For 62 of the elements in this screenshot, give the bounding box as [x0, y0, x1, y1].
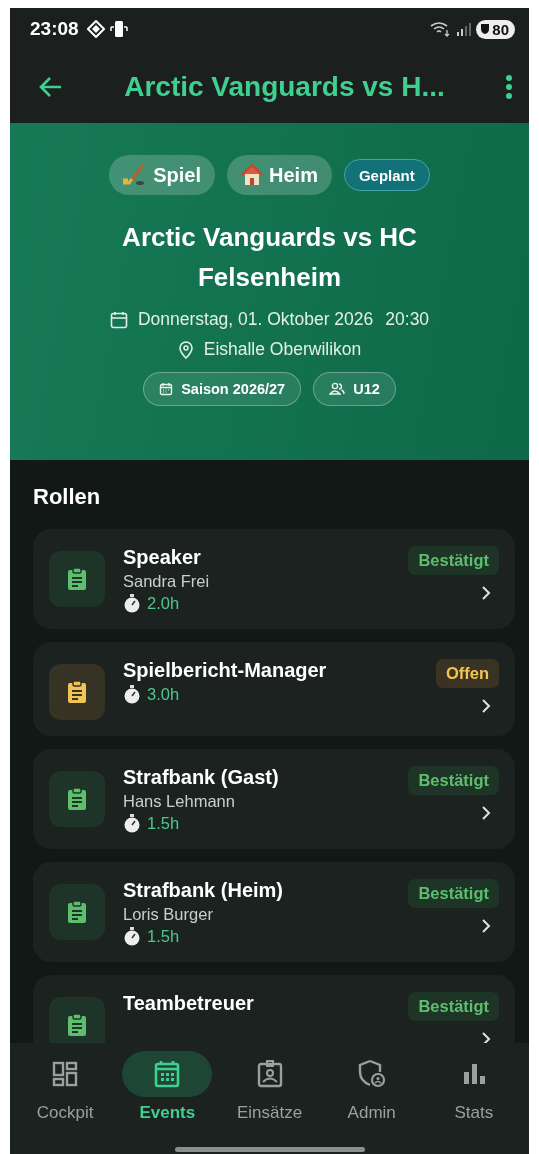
role-name: Strafbank (Heim) — [123, 878, 285, 902]
duration: 1.5h — [147, 814, 180, 833]
shield-person-icon — [357, 1059, 386, 1089]
signal-icon — [456, 22, 473, 36]
chevron-right-icon[interactable] — [481, 1031, 491, 1043]
location-pin-icon — [177, 340, 194, 359]
clipboard-icon — [66, 567, 88, 591]
more-icon — [505, 73, 513, 100]
id-badge-icon — [256, 1060, 283, 1088]
person-name: Sandra Frei — [123, 572, 211, 591]
chip-label: Saison 2026/27 — [181, 381, 286, 397]
house-icon — [241, 164, 263, 186]
clipboard-icon — [66, 1013, 88, 1037]
status-badge: Bestätigt — [408, 766, 499, 795]
dashboard-icon — [52, 1061, 79, 1087]
person-name: Hans Lehmann — [123, 792, 236, 811]
tag-label: Spiel — [153, 163, 201, 187]
stopwatch-icon — [123, 927, 141, 946]
phone-icon — [108, 19, 129, 39]
clock: 23:08 — [30, 18, 79, 40]
chevron-right-icon[interactable] — [481, 805, 491, 821]
chip-label: U12 — [353, 381, 380, 397]
role-name: Speaker — [123, 545, 202, 569]
calendar-icon — [109, 310, 128, 329]
chevron-right-icon[interactable] — [481, 698, 491, 714]
clipboard-icon — [66, 680, 88, 704]
duration: 3.0h — [147, 685, 180, 704]
event-title: Arctic Vanguards vs HC Felsenheim — [121, 221, 418, 294]
status-badge: Geplant — [343, 159, 430, 191]
duration: 2.0h — [147, 594, 180, 613]
status-badge: Bestätigt — [408, 992, 499, 1021]
chevron-right-icon[interactable] — [481, 918, 491, 934]
stopwatch-icon — [123, 685, 141, 704]
tag-label: Heim — [269, 163, 318, 187]
diamond-icon — [86, 20, 105, 38]
people-icon — [329, 382, 346, 396]
status-badge: Bestätigt — [408, 546, 499, 575]
person-name: Loris Burger — [123, 905, 214, 924]
role-name: Teambetreuer — [123, 991, 255, 1015]
status-badge: Offen — [435, 659, 499, 688]
nav-tab[interactable]: Cockpit — [14, 1051, 117, 1123]
chevron-right-icon[interactable] — [481, 585, 491, 601]
nav-tab[interactable]: Admin — [320, 1051, 423, 1123]
event-date: Donnerstag, 01. Oktober 2026 — [137, 309, 374, 330]
screen-title: Arctic Vanguards vs H... — [123, 70, 446, 103]
nav-tab[interactable]: Einsätze — [218, 1051, 321, 1123]
stopwatch-icon — [123, 594, 141, 613]
battery-indicator: 80 — [476, 19, 515, 39]
event-location: Eishalle Oberwilikon — [203, 339, 362, 360]
clipboard-icon — [66, 900, 88, 924]
nav-tab[interactable]: Stats — [422, 1051, 525, 1123]
calendar-icon — [159, 382, 174, 396]
role-name: Spielbericht-Manager — [123, 658, 328, 682]
status-badge: Bestätigt — [408, 879, 499, 908]
stopwatch-icon — [123, 814, 141, 833]
calendar-icon — [154, 1060, 181, 1088]
clipboard-icon — [66, 787, 88, 811]
role-name: Strafbank (Gast) — [123, 765, 280, 789]
section-heading: Rollen — [33, 484, 102, 510]
bar-chart-icon — [461, 1062, 486, 1086]
event-time: 20:30 — [385, 309, 430, 330]
duration: 1.5h — [147, 927, 180, 946]
